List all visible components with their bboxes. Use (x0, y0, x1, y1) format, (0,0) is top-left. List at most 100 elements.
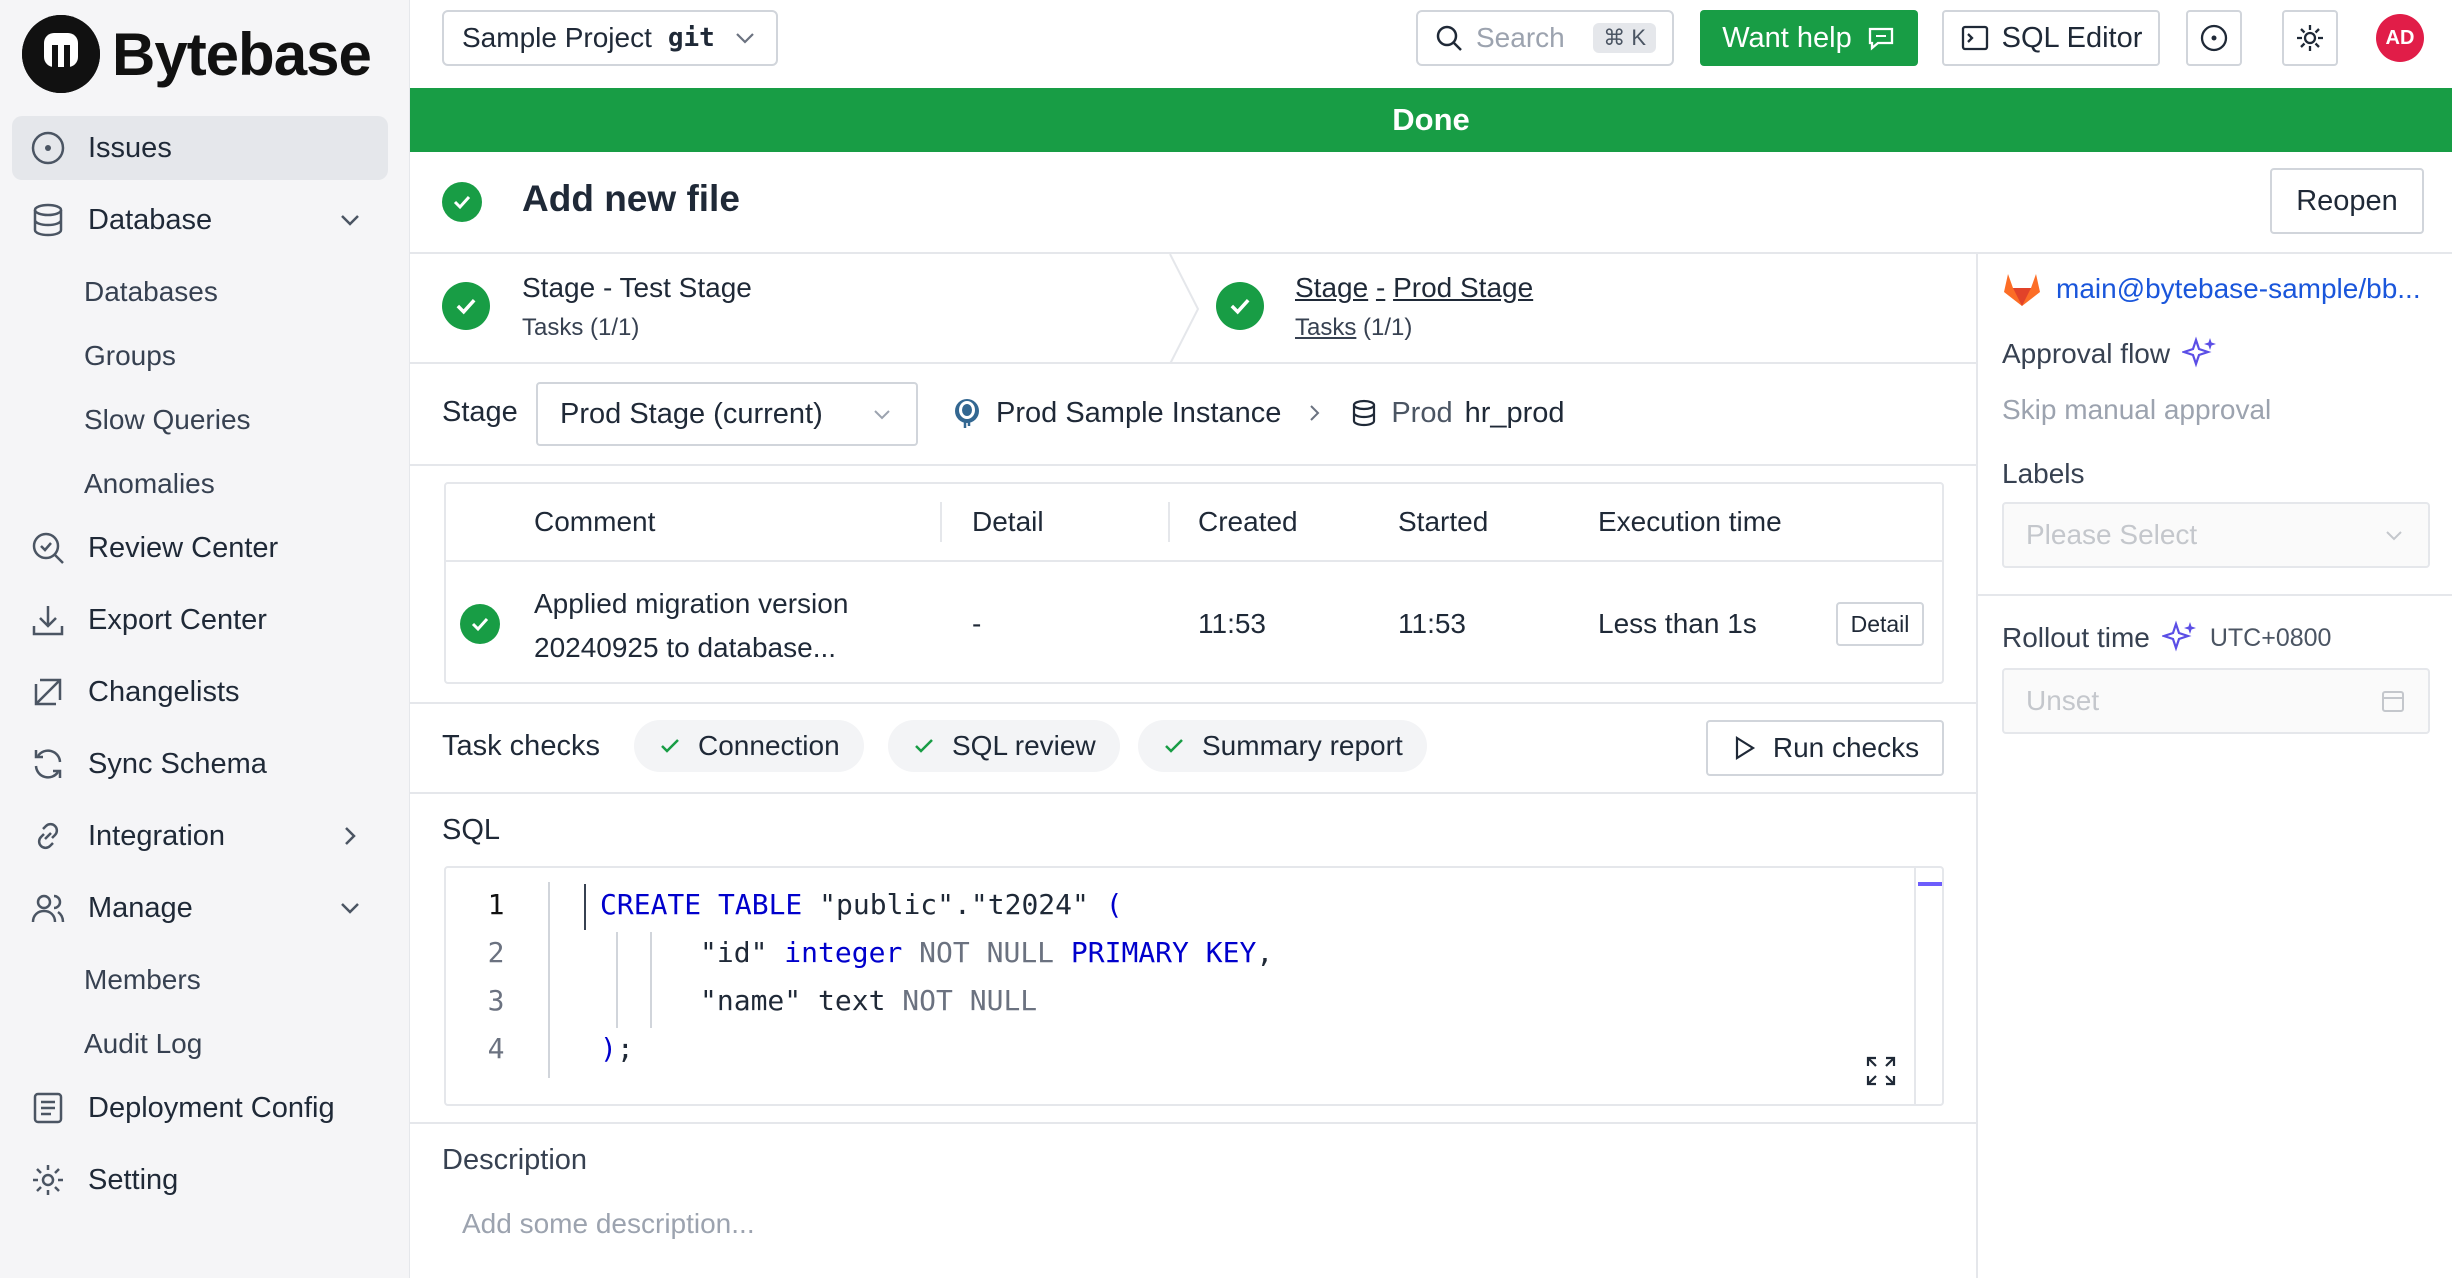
user-avatar[interactable]: AD (2376, 14, 2424, 62)
sidebar-item-deployment-config[interactable]: Deployment Config (12, 1076, 388, 1140)
run-checks-button[interactable]: Run checks (1706, 720, 1944, 776)
repo-link-text: main@bytebase-sample/bb... (2056, 273, 2421, 304)
stage-tasks-label: Tasks (1295, 314, 1357, 341)
sql-paren: ) (600, 1032, 617, 1065)
sidebar-subitem-databases[interactable]: Databases (12, 260, 388, 324)
chip-label: SQL review (952, 730, 1096, 761)
stage-label: Stage (442, 396, 518, 428)
divider (410, 702, 1978, 704)
circle-dot-icon (2200, 24, 2228, 52)
chevron-down-icon (736, 33, 754, 44)
project-selector[interactable]: Sample Project git (442, 10, 778, 66)
rollout-time-input[interactable]: Unset (2002, 668, 2430, 734)
issues-icon (28, 128, 68, 168)
check-chip-connection[interactable]: Connection (634, 720, 864, 772)
stage-select[interactable]: Prod Stage (current) (536, 382, 918, 446)
sidebar-subitem-members[interactable]: Members (12, 948, 388, 1012)
check-chip-sql-review[interactable]: SQL review (888, 720, 1120, 772)
sidebar-subitem-groups[interactable]: Groups (12, 324, 388, 388)
code-line-4: ); (600, 1032, 634, 1065)
line-number: 3 (487, 984, 505, 1017)
sidebar-item-review-center[interactable]: Review Center (12, 516, 388, 580)
stage-tab-prod[interactable]: Stage - Prod Stage Tasks (1/1) (1295, 272, 1533, 342)
description-input[interactable]: Add some description... (462, 1208, 755, 1240)
sql-editor-button[interactable]: SQL Editor (1942, 10, 2160, 66)
sql-type: integer (784, 936, 903, 969)
sidebar-item-integration[interactable]: Integration (12, 804, 388, 868)
chevron-right-icon[interactable] (336, 822, 364, 850)
sidebar-subitem-anomalies[interactable]: Anomalies (12, 452, 388, 516)
code-line-2: "id" integer NOT NULL PRIMARY KEY, (700, 936, 1273, 969)
sql-text: "id" (700, 936, 785, 969)
detail-button[interactable]: Detail (1836, 602, 1924, 646)
issue-title[interactable]: Add new file (522, 178, 740, 220)
db-name[interactable]: hr_prod (1465, 397, 1565, 430)
approval-flow-value: Skip manual approval (2002, 394, 2272, 425)
divider (410, 464, 1978, 466)
sql-constraint: NOT NULL (902, 984, 1038, 1017)
indent-guide (650, 932, 652, 1028)
search-box[interactable]: Search ⌘ K (1416, 10, 1674, 66)
chat-icon (1868, 27, 1893, 51)
project-tag: git (667, 23, 715, 53)
sidebar-item-database[interactable]: Database (12, 188, 388, 252)
deployment-icon (28, 1088, 68, 1128)
stage-select-value: Prod Stage (current) (560, 397, 823, 430)
labels-select[interactable]: Please Select (2002, 502, 2430, 568)
sidebar-item-export-center[interactable]: Export Center (12, 588, 388, 652)
info-button[interactable] (2186, 10, 2242, 66)
manage-icon (28, 888, 68, 928)
sidebar-item-label: Database (88, 203, 213, 236)
play-icon (1735, 736, 1755, 760)
repo-link[interactable]: main@bytebase-sample/bb... (2002, 270, 2421, 308)
approval-flow-header: Approval flow (2002, 336, 2218, 372)
table-row-created: 11:53 (1198, 608, 1266, 639)
indent-guide (616, 932, 618, 1028)
rollout-time-header: Rollout time UTC+0800 (2002, 620, 2331, 656)
export-icon (28, 600, 68, 640)
bytebase-logo-icon (22, 15, 100, 93)
sql-editor[interactable]: 1 2 3 4 CREATE TABLE "public"."t2024" ( … (444, 866, 1944, 1106)
sidebar-subitem-audit-log[interactable]: Audit Log (12, 1012, 388, 1076)
chevron-down-icon (874, 410, 890, 420)
sidebar-item-label: Export Center (88, 603, 267, 636)
sidebar-subitem-slow-queries[interactable]: Slow Queries (12, 388, 388, 452)
rollout-placeholder: Unset (2026, 685, 2100, 716)
timezone-label: UTC+0800 (2209, 623, 2332, 652)
gear-icon (2297, 25, 2323, 51)
divider (410, 252, 2452, 254)
sidebar-item-sync-schema[interactable]: Sync Schema (12, 732, 388, 796)
sidebar-item-issues[interactable]: Issues (12, 116, 388, 180)
approval-flow-label: Approval flow (2002, 338, 2171, 369)
stage-name: Stage - Prod Stage (1295, 272, 1533, 304)
chevron-down-icon[interactable] (336, 206, 364, 234)
database-icon (28, 200, 68, 240)
scrollbar-track[interactable] (1914, 868, 1916, 1104)
reopen-button[interactable]: Reopen (2270, 168, 2424, 234)
expand-icon[interactable] (1864, 1054, 1898, 1088)
stage-tab-test[interactable]: Stage - Test Stage Tasks (1/1) (522, 272, 752, 342)
sidebar-item-changelists[interactable]: Changelists (12, 660, 388, 724)
stage-test-done-icon (442, 282, 490, 330)
check-icon (915, 739, 933, 753)
search-placeholder: Search (1476, 22, 1565, 53)
sql-text: , (1256, 936, 1274, 969)
table-row-started: 11:53 (1398, 608, 1466, 639)
stage-tasks: Tasks (1/1) (1295, 314, 1533, 342)
sidebar-item-setting[interactable]: Setting (12, 1148, 388, 1212)
stage-prod-name: Prod Stage (1393, 272, 1534, 303)
sql-paren: ( (1105, 888, 1123, 921)
check-chip-summary-report[interactable]: Summary report (1138, 720, 1427, 772)
settings-button[interactable] (2282, 10, 2338, 66)
review-icon (28, 528, 68, 568)
divider (410, 792, 1978, 794)
chip-label: Summary report (1202, 730, 1403, 761)
want-help-button[interactable]: Want help (1700, 10, 1918, 66)
gutter-divider (548, 882, 550, 1078)
instance-name[interactable]: Prod Sample Instance (996, 397, 1281, 430)
sidebar-item-manage[interactable]: Manage (12, 876, 388, 940)
sidebar: Bytebase Issues Database Databases Group… (0, 0, 410, 1278)
chevron-down-icon[interactable] (336, 894, 364, 922)
brand-logo[interactable]: Bytebase (22, 14, 372, 94)
brand-name: Bytebase (112, 20, 372, 88)
